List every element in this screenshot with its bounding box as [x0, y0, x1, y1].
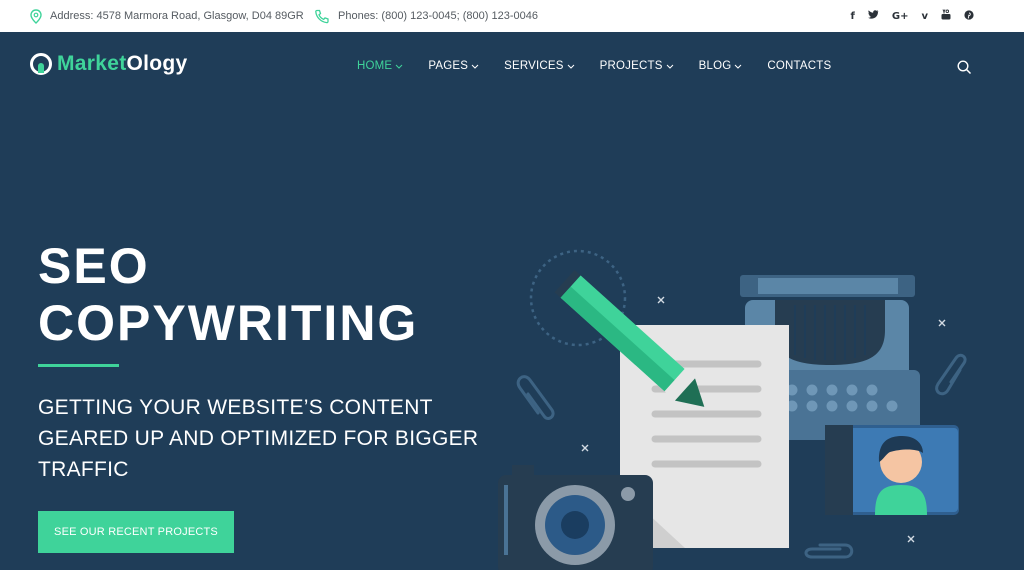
nav-item-contacts[interactable]: CONTACTS	[767, 60, 831, 72]
main-nav: HOME PAGES SERVICES PROJECTS BLOG CONTAC…	[357, 60, 856, 72]
chevron-down-icon	[666, 64, 673, 69]
social-links: f G+ v	[851, 0, 974, 32]
search-icon	[957, 60, 972, 75]
vimeo-icon[interactable]: v	[921, 11, 928, 22]
hero-title: SEO COPYWRITING	[38, 238, 419, 351]
top-bar: Address: 4578 Marmora Road, Glasgow, D04…	[0, 0, 1024, 32]
address-text: Address: 4578 Marmora Road, Glasgow, D04…	[50, 10, 304, 22]
hero-divider	[38, 364, 119, 367]
google-plus-icon[interactable]: G+	[892, 11, 909, 22]
pinterest-icon[interactable]	[964, 9, 974, 23]
recent-projects-button[interactable]: SEE OUR RECENT PROJECTS	[38, 511, 234, 553]
chevron-down-icon	[567, 64, 575, 69]
nav-item-pages[interactable]: PAGES	[428, 60, 479, 72]
phone-info: Phones: (800) 123-0045; (800) 123-0046	[314, 0, 538, 32]
youtube-icon[interactable]	[941, 9, 951, 23]
phone-icon	[315, 9, 329, 23]
twitter-icon[interactable]	[867, 10, 879, 22]
search-button[interactable]	[957, 60, 972, 80]
nav-item-projects[interactable]: PROJECTS	[600, 60, 674, 72]
chevron-down-icon	[471, 64, 479, 69]
chevron-down-icon	[735, 64, 742, 69]
chevron-down-icon	[395, 64, 403, 69]
camera-icon	[498, 465, 653, 570]
logo-icon	[30, 53, 52, 75]
logo[interactable]: MarketOlogy	[30, 52, 188, 76]
avatar	[825, 425, 959, 515]
nav-item-blog[interactable]: BLOG	[699, 60, 743, 72]
logo-text: MarketOlogy	[57, 52, 188, 75]
hero-subtitle: GETTING YOUR WEBSITE’S CONTENT GEARED UP…	[38, 396, 479, 481]
facebook-icon[interactable]: f	[851, 11, 855, 22]
phone-text: Phones: (800) 123-0045; (800) 123-0046	[338, 10, 538, 22]
address-info: Address: 4578 Marmora Road, Glasgow, D04…	[30, 0, 304, 32]
nav-item-services[interactable]: SERVICES	[504, 60, 575, 72]
nav-item-home[interactable]: HOME	[357, 60, 403, 72]
seo-copywriting-illustration	[498, 249, 967, 570]
main-header: MarketOlogy HOME PAGES SERVICES PROJECTS…	[0, 32, 1024, 102]
map-pin-icon	[30, 8, 42, 24]
